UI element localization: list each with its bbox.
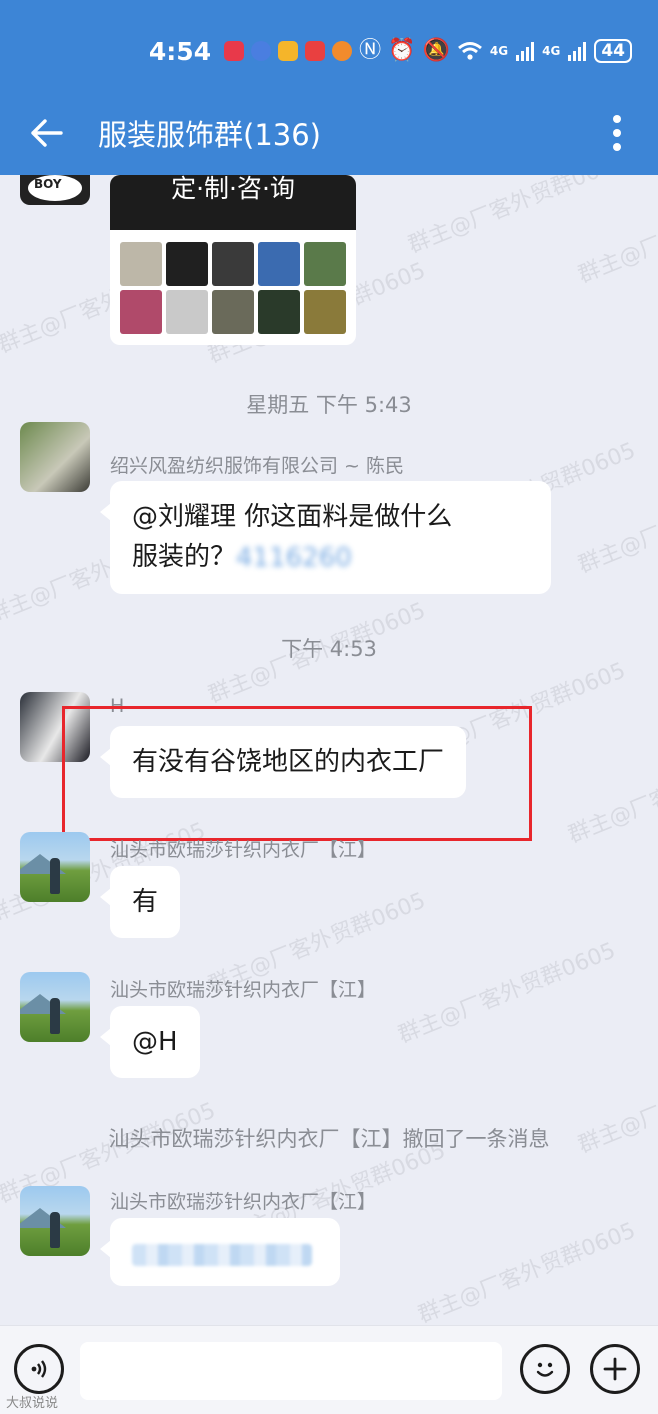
sender-name: 汕头市欧瑞莎针织内衣厂【江】	[110, 1191, 377, 1213]
avatar[interactable]	[20, 1186, 90, 1256]
battery-indicator: 44	[594, 39, 632, 63]
watermark-text: 群主@厂客外贸群0605	[394, 938, 620, 1049]
app-notification-icon	[251, 41, 272, 61]
smiley-icon	[536, 1362, 554, 1377]
voice-input-button[interactable]	[14, 1344, 64, 1394]
watermark-text: 群主@厂客外贸群0605	[404, 175, 630, 259]
avatar[interactable]	[20, 972, 90, 1042]
status-time: 4:54	[148, 36, 212, 66]
app-notification-icon	[224, 41, 245, 61]
message-text: @刘耀理 你这面料是做什么	[132, 502, 453, 532]
message-bubble[interactable]	[100, 1218, 340, 1286]
back-button[interactable]	[14, 101, 78, 165]
avatar[interactable]	[20, 832, 90, 902]
message-bubble[interactable]: @H	[100, 1006, 200, 1078]
alarm-icon: ⏰	[388, 38, 416, 63]
network-label: 4G	[489, 44, 509, 58]
plus-icon	[603, 1357, 627, 1381]
voice-icon	[31, 1360, 47, 1378]
avatar[interactable]: BOY	[20, 175, 90, 205]
mute-icon: 🔕	[422, 38, 450, 63]
more-options-button[interactable]	[592, 101, 642, 165]
more-vertical-icon	[613, 115, 621, 151]
redacted-phone: 4116260	[236, 542, 352, 573]
message-input[interactable]	[80, 1342, 502, 1400]
avatar-label: BOY	[34, 177, 62, 191]
time-divider: 下午 4:53	[281, 637, 377, 661]
message-bubble[interactable]: 有	[99, 866, 181, 938]
sender-name: 汕头市欧瑞莎针织内衣厂【江】	[110, 839, 377, 861]
app-header: 4:54 Ⓝ ⏰ 🔕 4G 4G 44 服装服饰群(136)	[0, 0, 658, 175]
recall-notice: 汕头市欧瑞莎针织内衣厂【江】撤回了一条消息	[108, 1127, 550, 1151]
footer-watermark: 大叔说说	[6, 1396, 59, 1411]
weather-notification-icon	[332, 41, 353, 61]
signal-icon	[568, 42, 587, 61]
avatar[interactable]	[20, 422, 90, 492]
emoji-button[interactable]	[520, 1344, 570, 1394]
watermark-text: 群主@厂客外贸群0605	[574, 468, 658, 579]
input-bar	[0, 1325, 658, 1414]
image-message[interactable]: 定·制·咨·询	[110, 175, 356, 345]
watermark-text: 群主@厂客外贸群0605	[574, 178, 658, 289]
chat-toolbar: 服装服饰群(136)	[0, 98, 658, 168]
sender-name: 汕头市欧瑞莎针织内衣厂【江】	[110, 979, 377, 1001]
message-list[interactable]: 群主@厂客外贸群0605 群主@厂客外贸群0605 群主@厂客外贸群0605 群…	[0, 175, 658, 1325]
network-label: 4G	[542, 44, 561, 58]
message-text: 有	[132, 887, 159, 917]
nfc-icon: Ⓝ	[359, 38, 382, 63]
message-bubble[interactable]: @刘耀理 你这面料是做什么 服装的？4116260	[100, 481, 551, 594]
app-notification-icon	[305, 41, 326, 61]
signal-icon	[516, 42, 535, 61]
watermark-text: 群主@厂客外贸群0605	[564, 738, 658, 849]
time-divider: 星期五 下午 5:43	[246, 393, 412, 417]
message-text: @H	[132, 1027, 178, 1057]
watermark-text: 群主@厂客外贸群0605	[414, 1218, 640, 1325]
message-text: 服装的？	[132, 542, 237, 572]
wifi-icon	[457, 42, 482, 60]
sender-name: 绍兴风盈纺织服饰有限公司 ~ 陈民	[110, 455, 404, 477]
image-caption: 定·制·咨·询	[110, 175, 356, 230]
mail-notification-icon	[278, 41, 299, 61]
highlight-annotation	[62, 706, 532, 841]
chat-title: 服装服饰群(136)	[98, 118, 321, 152]
more-actions-button[interactable]	[590, 1344, 640, 1394]
redacted-content	[132, 1243, 312, 1266]
arrow-left-icon	[31, 119, 63, 147]
status-bar: 4:54 Ⓝ ⏰ 🔕 4G 4G 44	[0, 28, 658, 74]
